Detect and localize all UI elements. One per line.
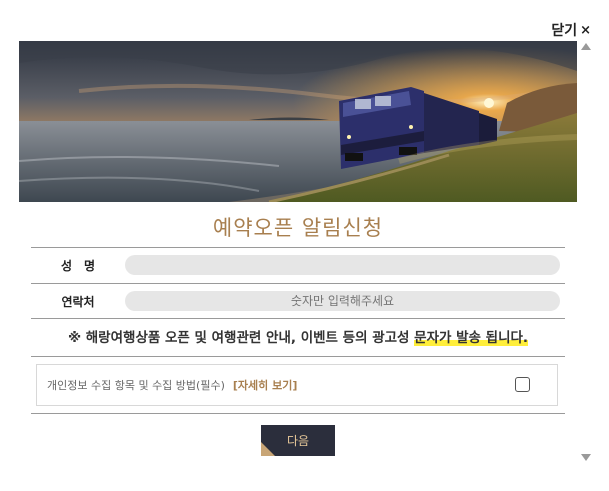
divider [31,247,565,248]
scroll-up-arrow-icon[interactable] [581,43,591,50]
notice-text: ※ 해랑여행상품 오픈 및 여행관련 안내, 이벤트 등의 광고성 [67,330,415,346]
name-row: 성 명 [31,250,565,280]
divider [31,356,565,357]
hero-train-image [19,41,577,202]
divider [31,318,565,319]
button-corner-decoration [261,442,275,456]
privacy-consent-box: 개인정보 수집 항목 및 수집 방법(필수) [자세히 보기] [36,364,558,406]
name-input[interactable] [125,255,560,275]
consent-checkbox[interactable] [515,377,530,392]
divider [31,413,565,414]
view-details-link[interactable]: [자세히 보기] [233,377,297,393]
scrollbar[interactable] [580,40,592,465]
close-icon: × [580,22,591,38]
phone-label: 연락처 [61,294,95,309]
consent-label: 개인정보 수집 항목 및 수집 방법(필수) [47,379,225,392]
notice-highlight: 문자가 발송 됩니다. [414,330,529,346]
page-title: 예약오픈 알림신청 [212,216,384,240]
next-button[interactable]: 다음 [261,425,335,456]
divider [31,283,565,284]
sms-notice: ※ 해랑여행상품 오픈 및 여행관련 안내, 이벤트 등의 광고성 문자가 발송… [31,326,565,346]
phone-input[interactable] [125,291,560,311]
close-label: 닫기 [551,23,578,39]
name-label: 성 명 [60,258,96,273]
next-button-label: 다음 [286,434,310,448]
scroll-down-arrow-icon[interactable] [581,454,591,461]
close-button[interactable]: 닫기 × [551,20,591,40]
phone-row: 연락처 [31,286,565,316]
